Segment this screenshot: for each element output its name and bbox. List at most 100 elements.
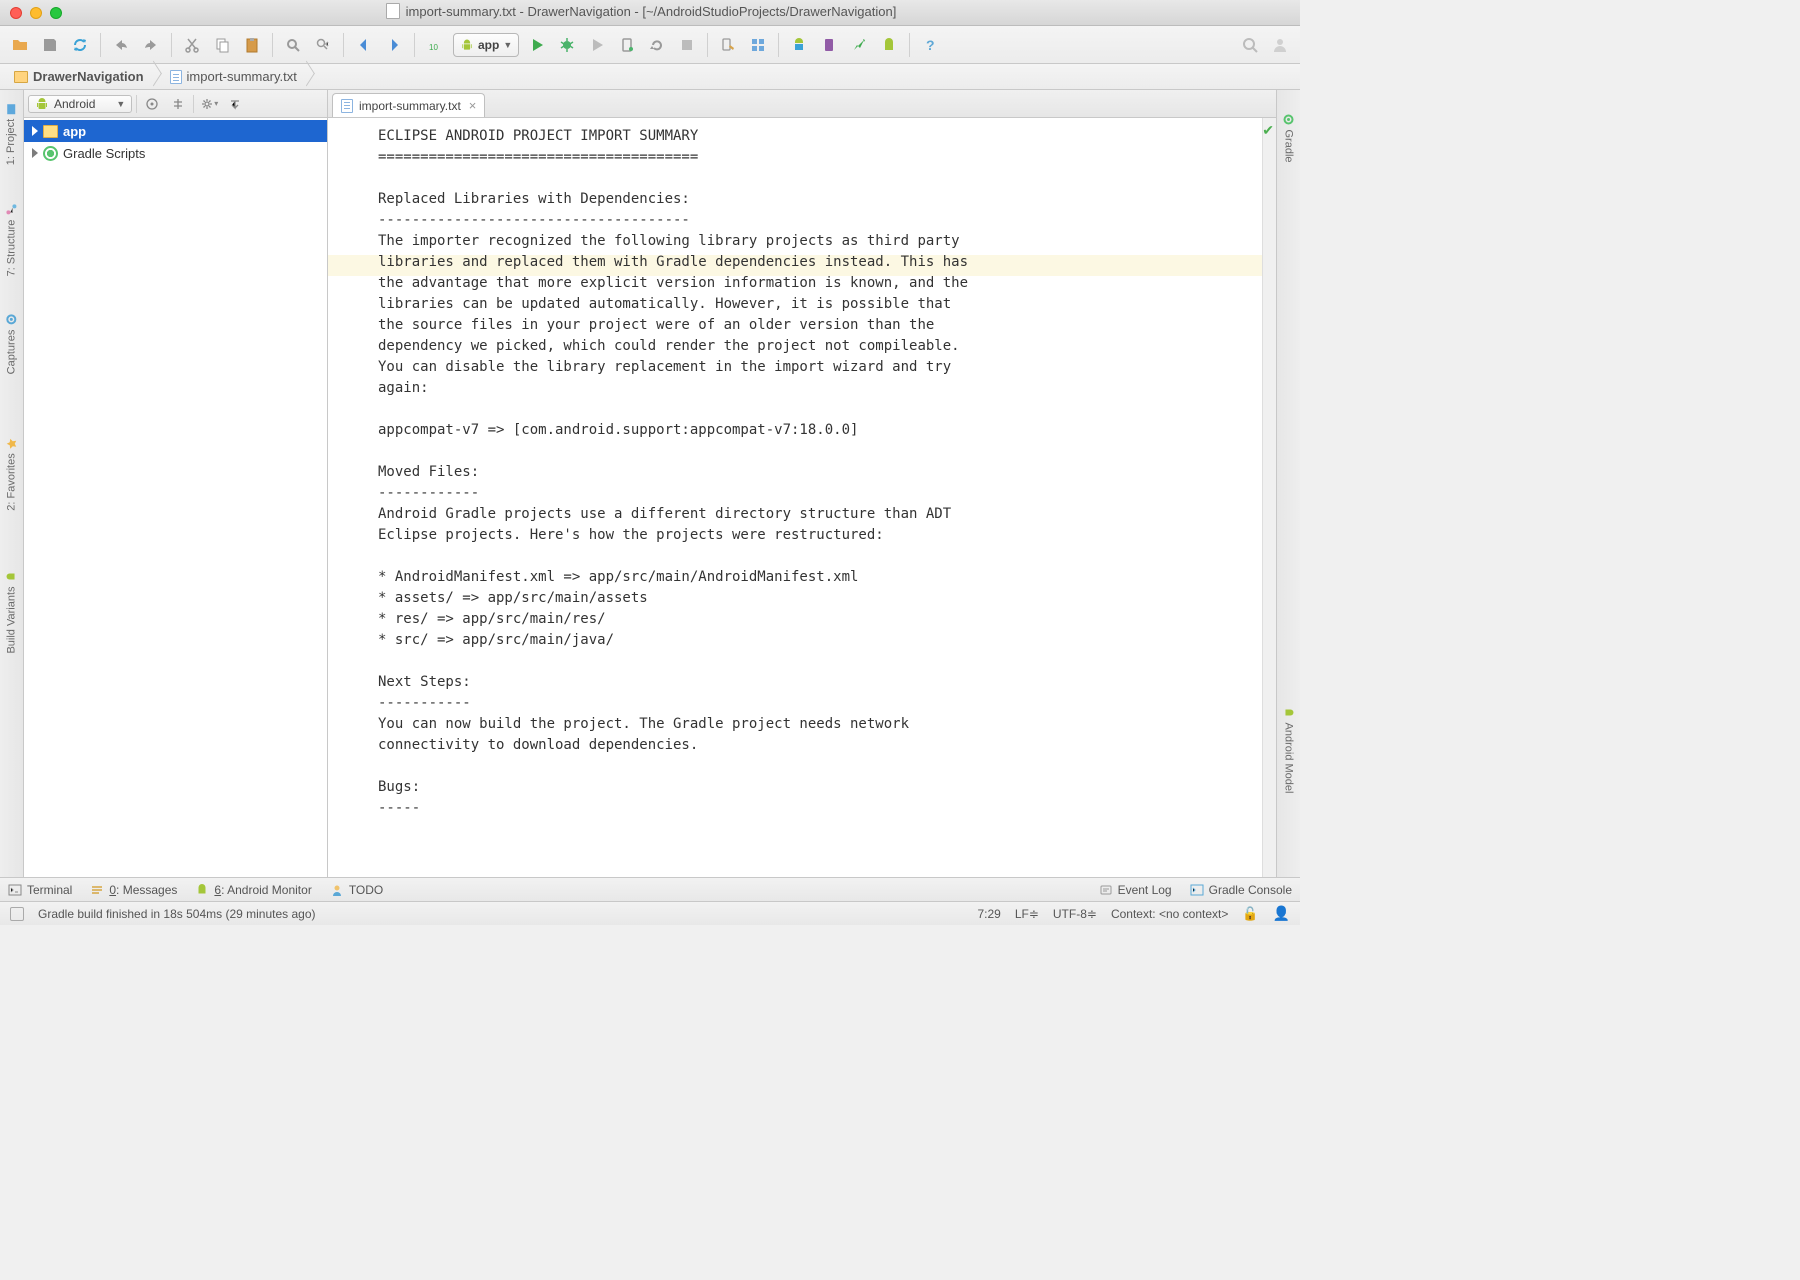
main-body: 1: Project 7: Structure Captures 2: Favo… <box>0 90 1300 877</box>
gutter-build-variants[interactable]: Build Variants <box>6 570 18 653</box>
project-tree: app Gradle Scripts <box>24 118 327 877</box>
make-project-button[interactable]: 10 <box>423 33 447 57</box>
copy-button[interactable] <box>210 33 234 57</box>
editor-tab[interactable]: import-summary.txt × <box>332 93 485 117</box>
run-config-label: app <box>478 38 499 52</box>
android-icon <box>35 97 49 111</box>
run-button[interactable] <box>525 33 549 57</box>
sdk-manager-button[interactable] <box>746 33 770 57</box>
gradle-console-icon <box>1190 883 1204 897</box>
sync-button[interactable] <box>68 33 92 57</box>
layout-inspector-button[interactable] <box>817 33 841 57</box>
messages-icon <box>90 883 104 897</box>
editor-content[interactable]: ECLIPSE ANDROID PROJECT IMPORT SUMMARY =… <box>328 118 1276 819</box>
left-tool-gutter: 1: Project 7: Structure Captures 2: Favo… <box>0 90 24 877</box>
avd-manager-button[interactable] <box>716 33 740 57</box>
line-separator[interactable]: LF≑ <box>1015 907 1039 921</box>
profile-button[interactable] <box>847 33 871 57</box>
attach-debugger-button[interactable] <box>615 33 639 57</box>
editor[interactable]: ✔ ECLIPSE ANDROID PROJECT IMPORT SUMMARY… <box>328 118 1276 877</box>
breadcrumb-root[interactable]: DrawerNavigation <box>10 64 154 89</box>
file-icon <box>341 99 353 113</box>
gutter-gradle[interactable]: Gradle <box>1283 113 1295 162</box>
window-controls <box>10 7 74 19</box>
gradle-icon <box>1283 113 1295 125</box>
close-tab-icon[interactable]: × <box>469 98 477 113</box>
expand-arrow-icon <box>32 148 38 158</box>
terminal-icon <box>8 883 22 897</box>
ide-man-icon[interactable]: 👤 <box>1273 905 1290 922</box>
star-icon <box>6 437 18 449</box>
inspection-ok-icon: ✔ <box>1262 122 1274 139</box>
tab-event-log[interactable]: Event Log <box>1099 883 1172 897</box>
folder-icon <box>43 125 58 138</box>
android-icon <box>1283 707 1295 719</box>
scroll-to-source-button[interactable] <box>141 93 163 115</box>
gutter-favorites[interactable]: 2: Favorites <box>6 437 18 510</box>
bottom-tool-tabs: Terminal 0: Messages 6: Android Monitor … <box>0 877 1300 901</box>
run-with-coverage-button[interactable] <box>585 33 609 57</box>
cut-button[interactable] <box>180 33 204 57</box>
editor-area: import-summary.txt × ✔ ECLIPSE ANDROID P… <box>328 90 1276 877</box>
chevron-down-icon: ▼ <box>503 40 512 50</box>
project-panel: Android ▼ ▾ app Gradle Scripts <box>24 90 328 877</box>
context[interactable]: Context: <no context> <box>1111 907 1228 921</box>
titlebar: import-summary.txt - DrawerNavigation - … <box>0 0 1300 26</box>
paste-button[interactable] <box>240 33 264 57</box>
help-button[interactable]: ? <box>918 33 942 57</box>
stop-button[interactable] <box>675 33 699 57</box>
tree-item-gradle-scripts[interactable]: Gradle Scripts <box>24 142 327 164</box>
status-button[interactable] <box>10 907 24 921</box>
svg-text:?: ? <box>926 37 935 53</box>
collapse-all-button[interactable] <box>167 93 189 115</box>
project-view-selector[interactable]: Android ▼ <box>28 95 132 113</box>
breadcrumb: DrawerNavigation import-summary.txt <box>0 64 1300 90</box>
svg-text:10: 10 <box>429 43 438 52</box>
zoom-window-icon[interactable] <box>50 7 62 19</box>
minimize-window-icon[interactable] <box>30 7 42 19</box>
cursor-position[interactable]: 7:29 <box>977 907 1000 921</box>
project-panel-header: Android ▼ ▾ <box>24 90 327 118</box>
expand-arrow-icon <box>32 126 38 136</box>
main-toolbar: 10 app ▼ ? <box>0 26 1300 64</box>
editor-tabs: import-summary.txt × <box>328 90 1276 118</box>
tab-terminal[interactable]: Terminal <box>8 883 72 897</box>
gutter-android-model[interactable]: Android Model <box>1283 707 1295 794</box>
gutter-structure[interactable]: 7: Structure <box>6 204 18 277</box>
status-message: Gradle build finished in 18s 504ms (29 m… <box>38 907 316 921</box>
tree-item-app[interactable]: app <box>24 120 327 142</box>
tab-todo[interactable]: TODO <box>330 883 383 897</box>
android-monitor-button[interactable] <box>787 33 811 57</box>
replace-button[interactable] <box>311 33 335 57</box>
debug-button[interactable] <box>555 33 579 57</box>
lock-icon[interactable]: 🔓 <box>1242 906 1258 922</box>
undo-button[interactable] <box>109 33 133 57</box>
folder-icon <box>14 71 28 83</box>
window-title: import-summary.txt - DrawerNavigation - … <box>82 3 1300 22</box>
gutter-project[interactable]: 1: Project <box>6 103 18 165</box>
find-button[interactable] <box>281 33 305 57</box>
rerun-button[interactable] <box>645 33 669 57</box>
search-everywhere-button[interactable] <box>1238 33 1262 57</box>
tab-messages[interactable]: 0: Messages <box>90 883 177 897</box>
breadcrumb-file[interactable]: import-summary.txt <box>154 64 307 89</box>
user-icon[interactable] <box>1268 33 1292 57</box>
gutter-captures[interactable]: Captures <box>6 314 18 375</box>
android-device-button[interactable] <box>877 33 901 57</box>
redo-button[interactable] <box>139 33 163 57</box>
settings-button[interactable]: ▾ <box>198 93 220 115</box>
open-button[interactable] <box>8 33 32 57</box>
tab-gradle-console[interactable]: Gradle Console <box>1190 883 1292 897</box>
close-window-icon[interactable] <box>10 7 22 19</box>
android-icon <box>460 38 474 52</box>
android-icon <box>195 883 209 897</box>
document-icon <box>386 3 400 19</box>
project-icon <box>6 103 18 115</box>
save-button[interactable] <box>38 33 62 57</box>
run-config-selector[interactable]: app ▼ <box>453 33 519 57</box>
forward-button[interactable] <box>382 33 406 57</box>
tab-android-monitor[interactable]: 6: Android Monitor <box>195 883 311 897</box>
back-button[interactable] <box>352 33 376 57</box>
hide-panel-button[interactable] <box>224 93 246 115</box>
encoding[interactable]: UTF-8≑ <box>1053 907 1097 921</box>
